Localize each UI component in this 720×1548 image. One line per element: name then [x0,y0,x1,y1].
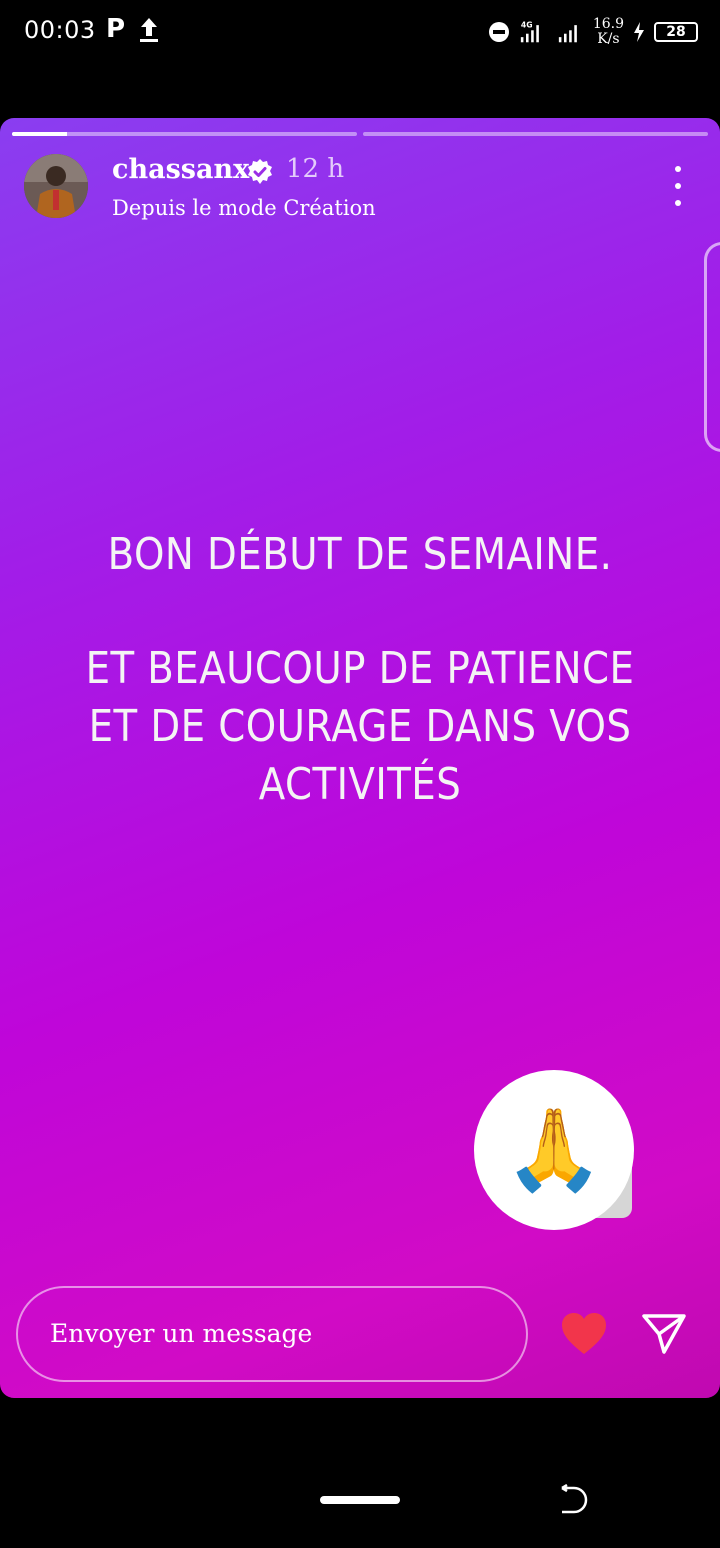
avatar-image [24,154,88,218]
charging-icon [634,22,644,42]
story-text-line: ET BEAUCOUP DE PATIENCE [85,643,635,694]
username[interactable]: chassanx [112,154,249,185]
progress-fill [12,132,68,136]
verified-badge-icon [248,159,272,184]
network-type-label: 4G [521,21,533,30]
speed-value: 16.9 [592,16,624,32]
network-speed: 16.9 K/s [593,17,624,47]
progress-segment [363,132,708,136]
upload-icon [140,18,158,42]
home-gesture-bar[interactable] [320,1496,400,1504]
side-tab-handle[interactable] [704,242,720,452]
more-options-icon[interactable] [672,166,684,206]
story-text-paragraph: ET BEAUCOUP DE PATIENCE ET DE COURAGE DA… [43,640,677,814]
avatar[interactable] [24,154,88,218]
parking-notification-icon: P [106,14,126,44]
reaction-sticker[interactable]: 🙏 [474,1070,634,1230]
battery-icon: 28 [654,22,698,42]
signal-4g-icon: 4G [520,21,539,43]
send-icon[interactable] [640,1310,688,1358]
status-bar: 00:03 P 4G 16.9 K/s 28 [0,0,720,64]
heart-icon[interactable] [560,1312,608,1356]
story-viewer[interactable]: chassanx 12 h Depuis le mode Création BO… [0,118,720,1398]
signal-icon [558,25,577,43]
praying-hands-icon: 🙏 [504,1103,604,1196]
post-time: 12 h [286,154,345,184]
clock: 00:03 [24,16,96,44]
story-text-line: ACTIVITÉS [258,759,462,810]
do-not-disturb-icon [488,22,509,42]
back-gesture-icon[interactable] [556,1484,588,1516]
speed-unit: K/s [597,31,620,47]
story-text-line: ET DE COURAGE DANS VOS [88,701,632,752]
progress-segment [12,132,357,136]
message-input[interactable]: Envoyer un message [16,1286,528,1382]
story-progress [12,132,708,136]
status-icons: 4G 16.9 K/s 28 [488,12,698,52]
story-source-label[interactable]: Depuis le mode Création [112,196,376,220]
story-text-line: BON DÉBUT DE SEMAINE. [107,529,613,580]
